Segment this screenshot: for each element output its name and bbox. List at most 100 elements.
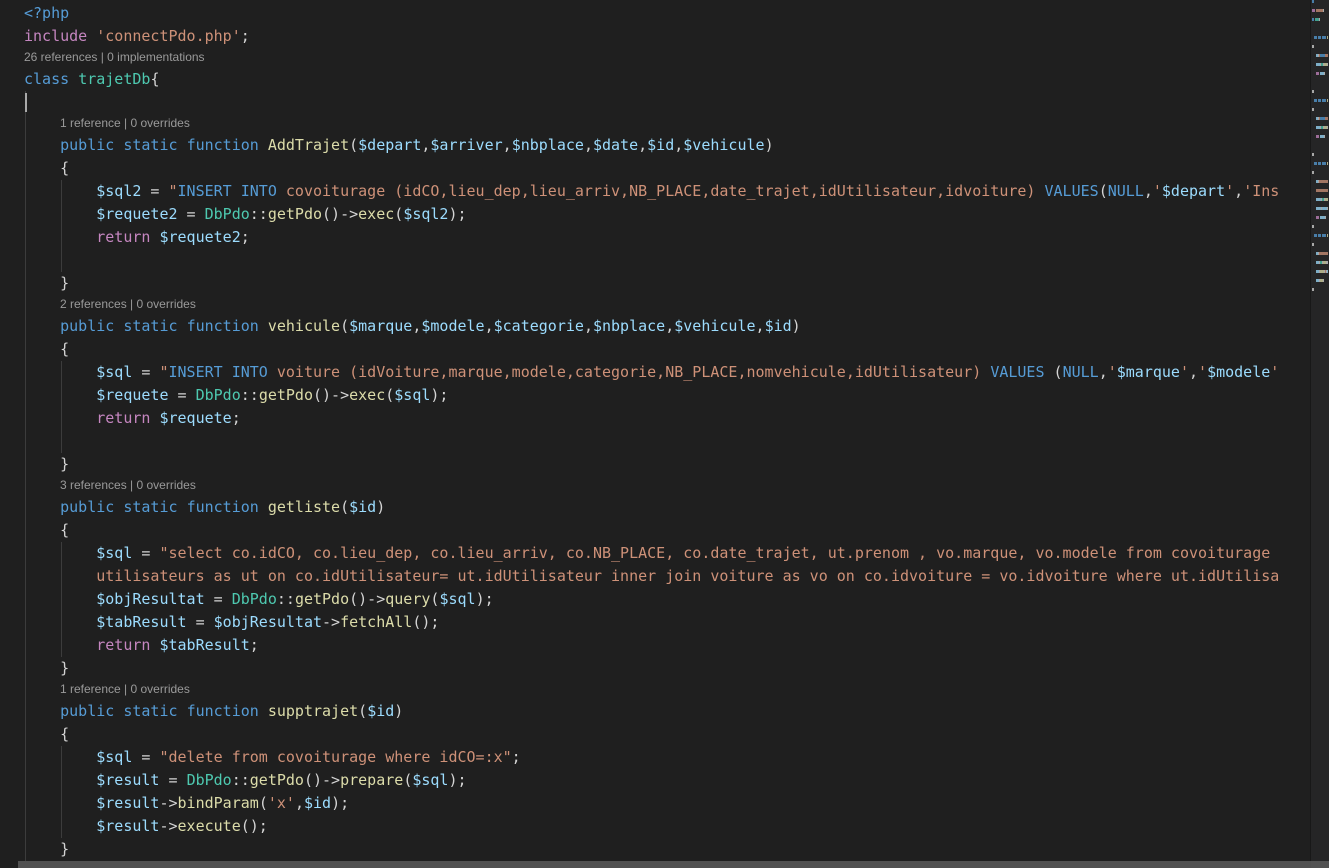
code-token: $requete2 [159, 228, 240, 246]
code-token: function [187, 498, 259, 516]
code-token [69, 70, 78, 88]
code-token: { [24, 521, 69, 539]
minimap-line [1312, 81, 1328, 84]
code-token: { [150, 70, 159, 88]
code-token: { [24, 340, 69, 358]
minimap-line [1312, 126, 1328, 129]
code-token: AddTrajet [268, 136, 349, 154]
code-token: " [159, 363, 168, 381]
code-token [114, 702, 123, 720]
code-token: return [96, 228, 150, 246]
code-token: 'Ins [1243, 182, 1279, 200]
code-line: return $tabResult; [0, 634, 1310, 657]
code-token: $tabResult [159, 636, 249, 654]
code-line: public static function getliste($id) [0, 496, 1310, 519]
codelens-reference-link[interactable]: 2 references | 0 overrides [0, 295, 1310, 315]
code-token: 'connectPdo.php' [96, 27, 241, 45]
code-token: NULL [1063, 363, 1099, 381]
code-token: ()-> [322, 205, 358, 223]
minimap-line [1312, 243, 1328, 246]
indent-guide-function-supptrajet [61, 746, 62, 838]
code-token: = [141, 182, 168, 200]
code-token [259, 702, 268, 720]
indent-guide-function-vehicule [61, 361, 62, 453]
code-token: ) [376, 498, 385, 516]
code-token: trajetDb [78, 70, 150, 88]
code-token: ( [259, 794, 268, 812]
code-line: $sql2 = "INSERT INTO covoiturage (idCO,l… [0, 180, 1310, 203]
code-token: ' [1153, 182, 1162, 200]
code-token: ' [1108, 363, 1117, 381]
code-token: INSERT INTO [178, 182, 277, 200]
code-token: $sql [439, 590, 475, 608]
code-token: $marque [1117, 363, 1180, 381]
code-token [24, 702, 60, 720]
code-token: { [24, 159, 69, 177]
code-line: $requete2 = DbPdo::getPdo()->exec($sql2)… [0, 203, 1310, 226]
code-line: $tabResult = $objResultat->fetchAll(); [0, 611, 1310, 634]
code-token: = [159, 771, 186, 789]
code-token: function [187, 317, 259, 335]
code-token: ) [765, 136, 774, 154]
code-token: :: [232, 771, 250, 789]
code-token [259, 136, 268, 154]
code-line: $requete = DbPdo::getPdo()->exec($sql); [0, 384, 1310, 407]
indent-guide-class [25, 91, 26, 861]
horizontal-scrollbar[interactable] [18, 861, 1329, 868]
code-token: ) [792, 317, 801, 335]
code-line: $sql = "select co.idCO, co.lieu_dep, co.… [0, 542, 1310, 565]
code-token [114, 317, 123, 335]
minimap-line [1312, 0, 1328, 3]
code-token: -> [322, 613, 340, 631]
codelens-reference-link[interactable]: 3 references | 0 overrides [0, 476, 1310, 496]
code-token: $requete2 [96, 205, 177, 223]
code-token: , [584, 136, 593, 154]
code-line: } [0, 657, 1310, 680]
code-token: , [1234, 182, 1243, 200]
code-token: ( [358, 702, 367, 720]
code-token: $modele [421, 317, 484, 335]
code-token: } [24, 840, 69, 858]
code-token [24, 317, 60, 335]
code-token [178, 498, 187, 516]
minimap-line [1312, 36, 1328, 39]
minimap[interactable] [1310, 0, 1329, 868]
code-token: ( [340, 317, 349, 335]
code-token: $id [765, 317, 792, 335]
minimap-line [1312, 261, 1328, 264]
code-token: } [24, 274, 69, 292]
minimap-line [1312, 180, 1328, 183]
codelens-reference-link[interactable]: 26 references | 0 implementations [0, 48, 1310, 68]
code-token: , [503, 136, 512, 154]
code-token: $sql [96, 363, 132, 381]
minimap-line [1312, 189, 1328, 192]
minimap-line [1312, 225, 1328, 228]
codelens-reference-link[interactable]: 1 reference | 0 overrides [0, 114, 1310, 134]
code-token: $depart [1162, 182, 1225, 200]
code-line: $result->execute(); [0, 815, 1310, 838]
code-token: $vehicule [683, 136, 764, 154]
code-token: -> [159, 794, 177, 812]
code-token: = [187, 613, 214, 631]
code-token: $sql [412, 771, 448, 789]
code-token: , [1144, 182, 1153, 200]
code-token: ( [394, 205, 403, 223]
minimap-line [1312, 99, 1328, 102]
code-token: utilisateurs as ut on co.idUtilisateur= … [96, 567, 1279, 585]
code-area[interactable]: <?phpinclude 'connectPdo.php';26 referen… [0, 2, 1310, 861]
code-line: <?php [0, 2, 1310, 25]
code-token: $sql [394, 386, 430, 404]
code-token [259, 498, 268, 516]
code-token: :: [241, 386, 259, 404]
code-token: = [132, 748, 159, 766]
code-line [0, 430, 1310, 453]
code-token: ( [403, 771, 412, 789]
codelens-reference-link[interactable]: 1 reference | 0 overrides [0, 680, 1310, 700]
code-token [178, 136, 187, 154]
code-token: getPdo [295, 590, 349, 608]
code-token: $modele [1207, 363, 1270, 381]
code-token: getPdo [268, 205, 322, 223]
code-token: , [1189, 363, 1198, 381]
code-line: public static function AddTrajet($depart… [0, 134, 1310, 157]
code-line: include 'connectPdo.php'; [0, 25, 1310, 48]
